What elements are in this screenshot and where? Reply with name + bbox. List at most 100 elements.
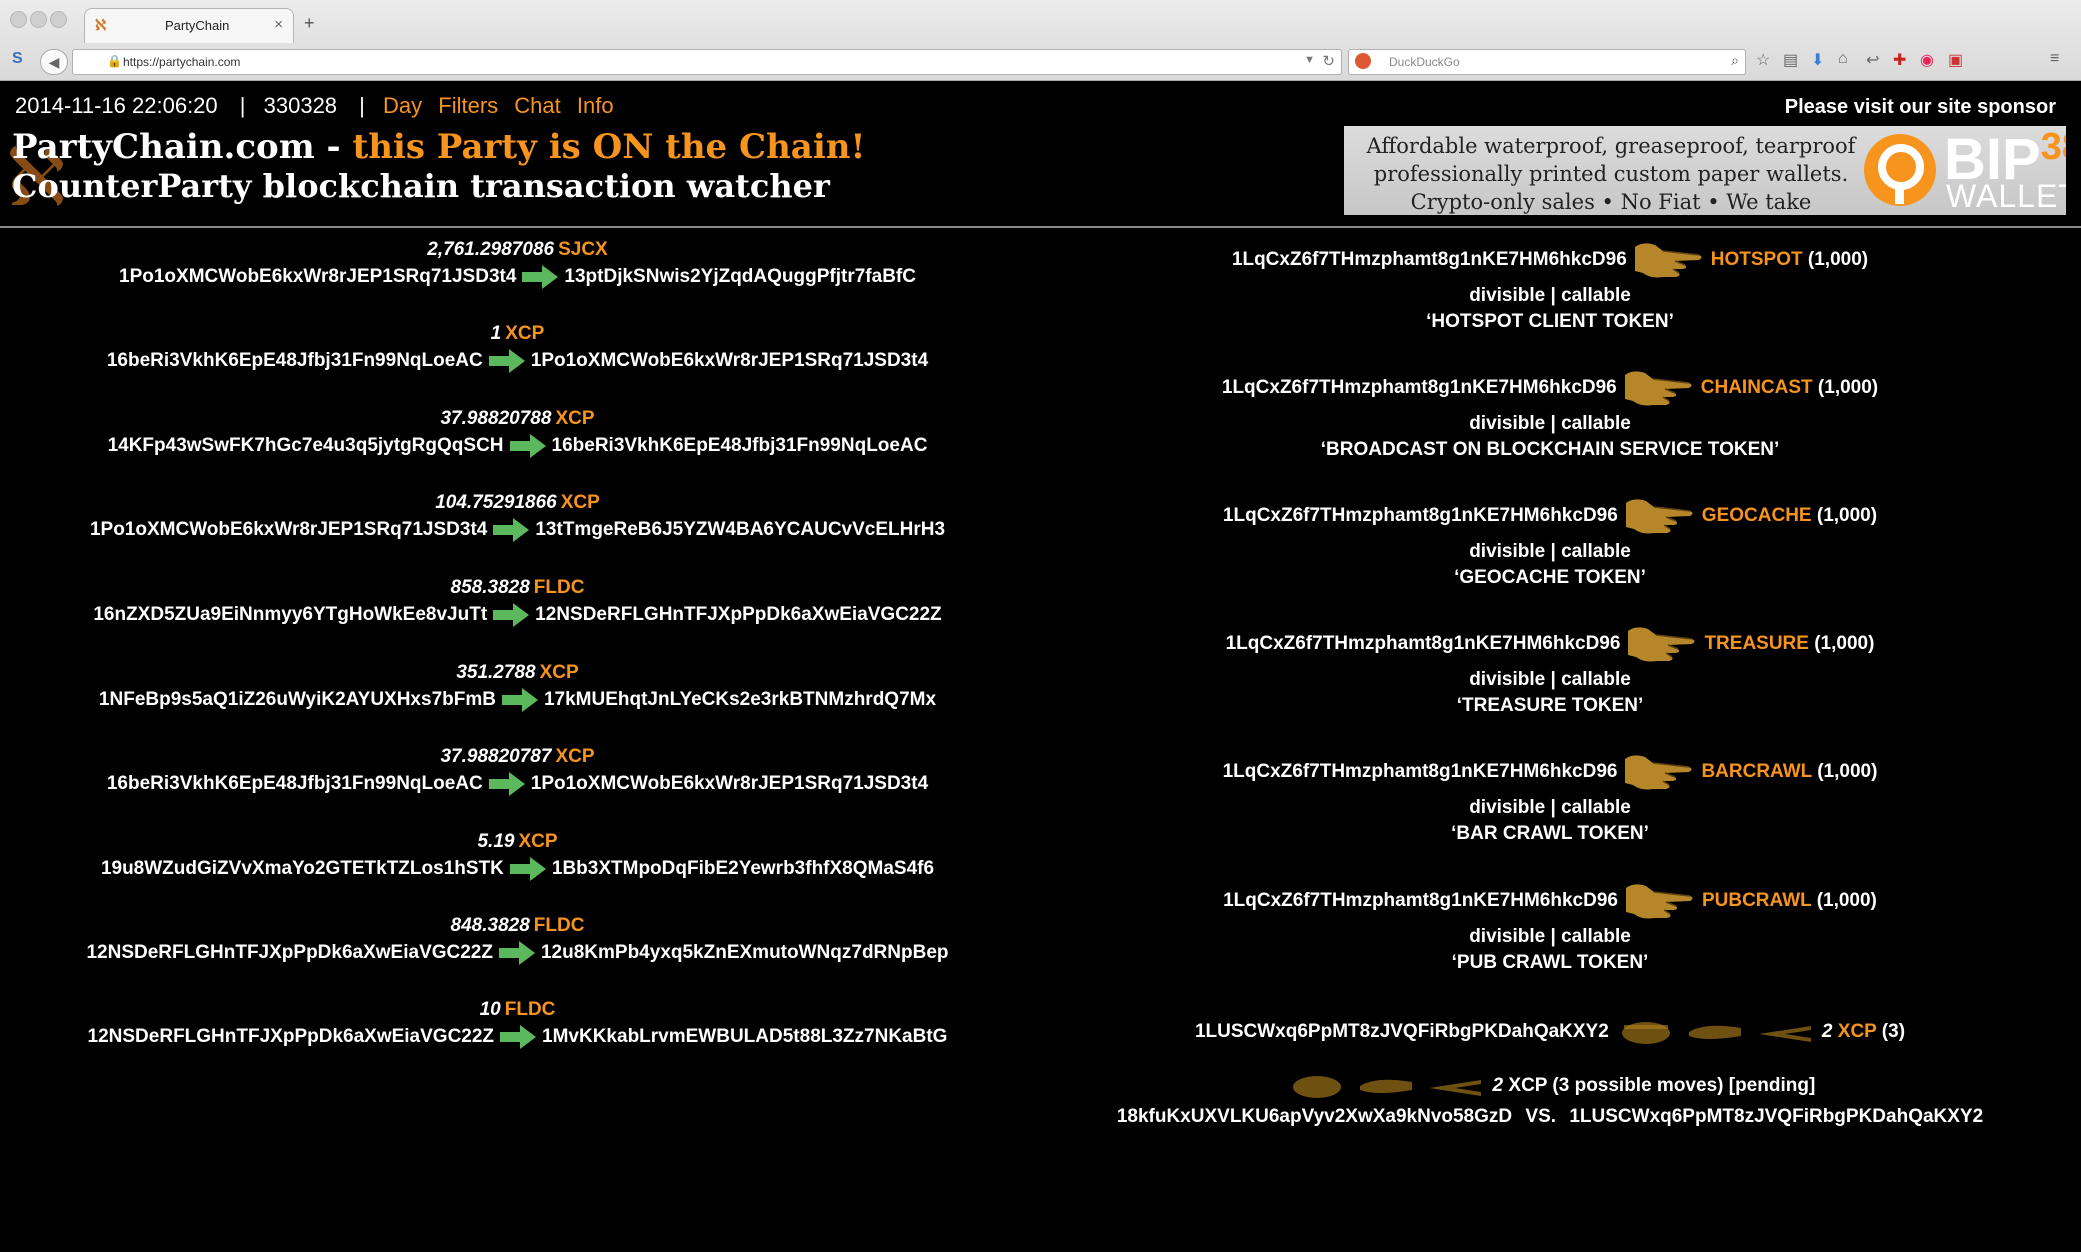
issuer-address[interactable]: 1LqCxZ6f7THmzphamt8g1nKE7HM6hkcD96 [1223, 761, 1618, 782]
banner-text: Affordable waterproof, greaseproof, tear… [1366, 134, 1856, 214]
to-address[interactable]: 1Bb3XTMpoDqFibE2Yewrb3fhfX8QMaS4f6 [552, 858, 934, 879]
issuance-header: 1LqCxZ6f7THmzphamt8g1nKE7HM6hkcD96 HOTSPO… [1080, 237, 2020, 283]
transfer-item: 5.19 XCP 19u8WZudGiZVvXmaYo2GTETkTZLos1hST… [0, 830, 1035, 884]
sponsor-banner[interactable]: Affordable waterproof, greaseproof, tear… [1344, 126, 2066, 215]
nav-link-chat[interactable]: Chat [514, 93, 560, 118]
token-link[interactable]: HOTSPOT [1711, 249, 1803, 270]
token-link[interactable]: PUBCRAWL [1702, 890, 1811, 911]
issuance-item: 1LqCxZ6f7THmzphamt8g1nKE7HM6hkcD96 TREASU… [1080, 621, 2020, 719]
menu-icon[interactable]: ≡ [2050, 50, 2059, 68]
search-placeholder[interactable]: DuckDuckGo [1389, 55, 1460, 69]
from-address[interactable]: 16beRi3VkhK6EpE48Jfbj31Fn99NqLoeAC [107, 350, 483, 371]
token-link[interactable]: GEOCACHE [1702, 505, 1812, 526]
address-bar[interactable]: 🔒 https://partychain.com ▼ ↻ [72, 49, 1342, 75]
browser-tab[interactable]: ℵ PartyChain × [84, 8, 294, 43]
from-address[interactable]: 16beRi3VkhK6EpE48Jfbj31Fn99NqLoeAC [107, 773, 483, 794]
url-dropdown-icon[interactable]: ▼ [1304, 54, 1315, 66]
asset-link[interactable]: XCP [518, 831, 557, 852]
send-icon[interactable]: ↩ [1866, 50, 1879, 70]
to-address[interactable]: 12u8KmPb4yxq5kZnEXmutoWNqz7dRNpBep [541, 942, 949, 963]
issuer-address[interactable]: 1LqCxZ6f7THmzphamt8g1nKE7HM6hkcD96 [1222, 377, 1617, 398]
reload-icon[interactable]: ↻ [1322, 52, 1335, 70]
asset-link[interactable]: XCP [555, 408, 594, 429]
transfer-amount: 37.98820788 XCP [440, 408, 595, 429]
transfer-item: 37.98820788 XCP 14KFp43wSwFK7hGc7e4u3q5jyt… [0, 407, 1035, 461]
from-address[interactable]: 16nZXD5ZUa9EiNnmyy6YTgHoWkEe8vJuTt [93, 604, 487, 625]
issuer-address[interactable]: 1LqCxZ6f7THmzphamt8g1nKE7HM6hkcD96 [1223, 890, 1618, 911]
search-bar[interactable]: DuckDuckGo ⌕ [1348, 49, 1746, 75]
token-quantity: (1,000) [1814, 633, 1875, 655]
token-flags: divisible | callable [1469, 413, 1631, 435]
asset-link[interactable]: SJCX [558, 239, 608, 260]
token-link[interactable]: BARCRAWL [1701, 761, 1811, 782]
to-address[interactable]: 13ptDjkSNwis2YjZqdAQuggPfjtr7faBfC [564, 266, 916, 287]
transfer-item: 104.75291866 XCP 1Po1oXMCWobE6kxWr8rJEP1SR… [0, 491, 1035, 545]
from-address[interactable]: 12NSDeRFLGHnTFJXpPpDk6aXwEiaVGC22Z [88, 1026, 495, 1047]
search-icon[interactable]: ⌕ [1731, 52, 1739, 69]
extension-icon[interactable]: ▣ [1948, 50, 1963, 70]
to-address[interactable]: 17kMUEhqtJnLYeCKs2e3rkBTNMzhrdQ7Mx [544, 689, 936, 710]
site-logo[interactable]: ℵ PartyChain.com - this Party is ON the … [6, 125, 865, 224]
zoom-window-button[interactable] [50, 11, 67, 28]
close-window-button[interactable] [10, 11, 27, 28]
right-arrow-icon [493, 602, 530, 627]
asset-link[interactable]: XCP [561, 492, 600, 513]
match-amount: 2 [1492, 1075, 1504, 1096]
token-link[interactable]: CHAINCAST [1701, 377, 1813, 398]
close-tab-icon[interactable]: × [274, 16, 283, 33]
from-address[interactable]: 14KFp43wSwFK7hGc7e4u3q5jytgRgQqSCH [108, 435, 504, 456]
minimize-window-button[interactable] [30, 11, 47, 28]
pointing-hand-icon [1625, 884, 1693, 919]
player-b-address[interactable]: 1LUSCWxq6PpMT8zJVQFiRbgPKDahQaKXY2 [1569, 1106, 1983, 1127]
nav-link-filters[interactable]: Filters [438, 93, 498, 118]
nav-link-info[interactable]: Info [577, 93, 614, 118]
asset-link[interactable]: XCP [555, 746, 594, 767]
reading-list-icon[interactable]: ▤ [1783, 50, 1798, 70]
from-address[interactable]: 19u8WZudGiZVvXmaYo2GTETkTZLos1hSTK [101, 858, 504, 879]
token-description: ‘TREASURE TOKEN’ [1456, 695, 1644, 717]
from-address[interactable]: 12NSDeRFLGHnTFJXpPpDk6aXwEiaVGC22Z [86, 942, 493, 963]
token-quantity: (1,000) [1817, 761, 1878, 783]
to-address[interactable]: 1Po1oXMCWobE6kxWr8rJEP1SRq71JSD3t4 [531, 350, 928, 371]
transfer-addresses: 1NFeBp9s5aQ1iZ26uWyiK2AYUXHxs7bFmB 17kMUE… [0, 685, 1035, 715]
issuer-address[interactable]: 1LqCxZ6f7THmzphamt8g1nKE7HM6hkcD96 [1226, 633, 1621, 654]
to-address[interactable]: 1Po1oXMCWobE6kxWr8rJEP1SRq71JSD3t4 [531, 773, 928, 794]
transfer-addresses: 1Po1oXMCWobE6kxWr8rJEP1SRq71JSD3t4 13tTmg… [0, 515, 1035, 545]
issuer-address[interactable]: 1LqCxZ6f7THmzphamt8g1nKE7HM6hkcD96 [1232, 249, 1627, 270]
url-text[interactable]: https://partychain.com [123, 55, 240, 69]
from-address[interactable]: 1Po1oXMCWobE6kxWr8rJEP1SRq71JSD3t4 [119, 266, 516, 287]
asset-link[interactable]: FLDC [534, 915, 585, 936]
token-link[interactable]: TREASURE [1704, 633, 1809, 654]
asset-link[interactable]: FLDC [534, 577, 585, 598]
wager-asset[interactable]: XCP [1838, 1021, 1877, 1042]
asset-link[interactable]: XCP [540, 662, 579, 683]
addon-icon[interactable]: ✚ [1893, 50, 1906, 70]
asset-link[interactable]: FLDC [505, 999, 556, 1020]
nav-link-day[interactable]: Day [383, 93, 422, 118]
transfer-amount: 37.98820787 XCP [440, 746, 595, 767]
to-address[interactable]: 13tTmgeReB6J5YZW4BA6YCAUCvVcELHrH3 [535, 519, 945, 540]
home-icon[interactable]: ⌂ [1838, 50, 1848, 68]
to-address[interactable]: 1MvKKkabLrvmEWBULAD5t88L3Zz7NKaBtG [542, 1026, 947, 1047]
download-icon[interactable]: ⬇ [1811, 50, 1824, 70]
ublock-icon[interactable]: ◉ [1920, 50, 1934, 70]
sync-icon[interactable]: S [12, 50, 23, 68]
transfer-amount: 104.75291866 XCP [435, 492, 600, 513]
to-address[interactable]: 16beRi3VkhK6EpE48Jfbj31Fn99NqLoeAC [552, 435, 928, 456]
asset-link[interactable]: XCP [505, 323, 544, 344]
transfer-addresses: 16beRi3VkhK6EpE48Jfbj31Fn99NqLoeAC 1Po1oX… [0, 769, 1035, 799]
paper-hand-icon [1359, 1079, 1412, 1093]
from-address[interactable]: 1NFeBp9s5aQ1iZ26uWyiK2AYUXHxs7bFmB [99, 689, 496, 710]
back-button[interactable]: ◀ [40, 49, 68, 75]
token-description: ‘PUB CRAWL TOKEN’ [1451, 952, 1649, 974]
player-address[interactable]: 1LUSCWxq6PpMT8zJVQFiRbgPKDahQaKXY2 [1195, 1021, 1609, 1042]
new-tab-icon[interactable]: + [304, 13, 315, 34]
issuance-item: 1LqCxZ6f7THmzphamt8g1nKE7HM6hkcD96 BARCRA… [1080, 749, 2020, 847]
transfer-item: 858.3828 FLDC 16nZXD5ZUa9EiNnmyy6YTgHoWkEe… [0, 576, 1035, 630]
issuer-address[interactable]: 1LqCxZ6f7THmzphamt8g1nKE7HM6hkcD96 [1223, 505, 1618, 526]
player-a-address[interactable]: 18kfuKxUXVLKU6apVyv2XwXa9kNvo58GzD [1117, 1106, 1512, 1127]
bookmark-star-icon[interactable]: ☆ [1756, 50, 1770, 70]
from-address[interactable]: 1Po1oXMCWobE6kxWr8rJEP1SRq71JSD3t4 [90, 519, 487, 540]
to-address[interactable]: 12NSDeRFLGHnTFJXpPpDk6aXwEiaVGC22Z [535, 604, 942, 625]
transfer-addresses: 16beRi3VkhK6EpE48Jfbj31Fn99NqLoeAC 1Po1oX… [0, 346, 1035, 376]
